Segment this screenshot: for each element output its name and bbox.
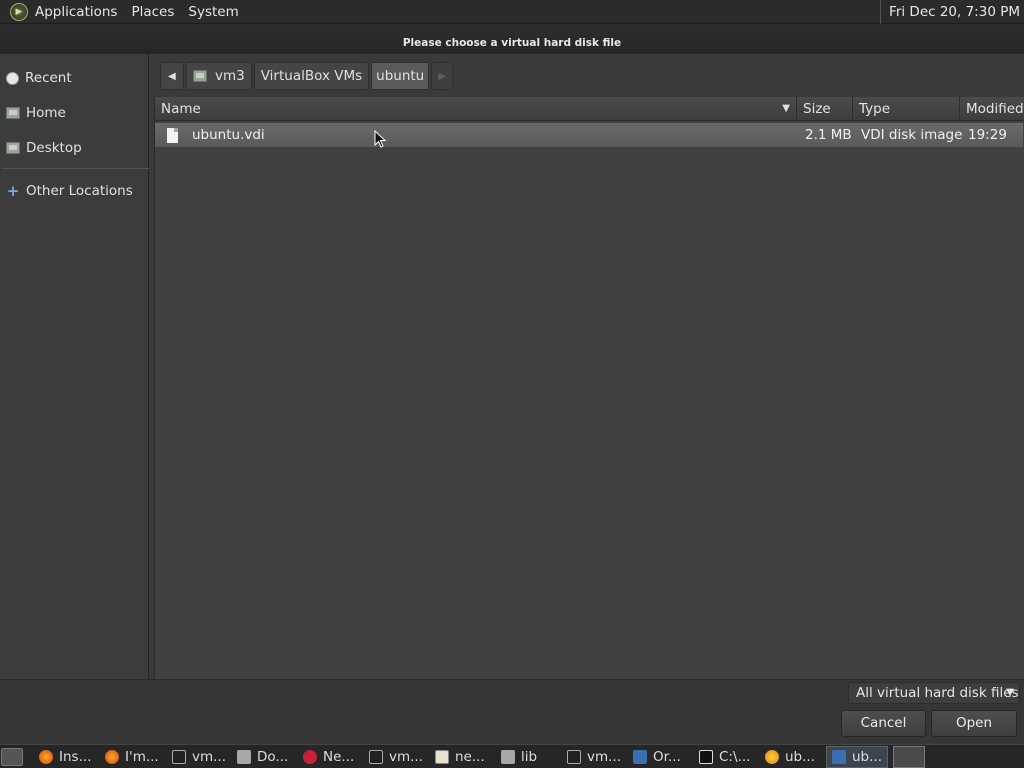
path-segment-label: vm3 [215,68,245,84]
file-type: VDI disk image [861,127,963,143]
column-label: Name [161,100,201,117]
sidebar-item-label: Home [26,105,66,121]
taskbar-item[interactable]: Ins... [34,746,96,768]
path-back-button[interactable]: ◀ [160,62,184,90]
taskbar-item[interactable]: Do... [232,746,293,768]
terminal-icon [567,750,581,764]
file-modified: 19:29 [968,127,1007,143]
home-folder-icon [6,107,20,119]
path-bar: ◀ vm3 VirtualBox VMs ubuntu ▶ [160,62,454,90]
sidebar-item-label: Recent [25,70,72,86]
taskbar-item-label: I'm... [125,749,159,765]
taskbar-item[interactable]: vm... [364,746,428,768]
taskbar-item-label: C:\... [719,749,751,765]
chevron-down-icon: ▼ [1006,687,1014,698]
taskbar-item[interactable]: ne... [430,746,490,768]
taskbar-item-label: ne... [455,749,485,765]
column-label: Modified [966,100,1024,117]
home-folder-icon [193,70,207,82]
taskbar-item-label: Ne... [323,749,355,765]
menu-system[interactable]: System [181,0,245,24]
path-forward-button[interactable]: ▶ [431,62,454,90]
sidebar-item-label: Desktop [26,140,82,156]
taskbar-item-label: Or... [653,749,681,765]
places-sidebar: Recent Home Desktop + Other Locations [2,54,149,679]
table-row[interactable]: ubuntu.vdi 2.1 MB VDI disk image 19:29 [155,123,1023,147]
taskbar-item-label: Ins... [59,749,92,765]
taskbar-item[interactable]: C:\... [694,746,755,768]
taskbar-item[interactable]: lib [496,746,542,768]
7zip-icon [699,750,713,764]
virtualbox-icon [633,750,647,764]
taskbar-item[interactable]: vm... [167,746,231,768]
applications-logo-icon[interactable]: ▶ [10,2,28,21]
terminal-icon [172,750,186,764]
taskbar-item-label: Do... [257,749,289,765]
arrow-left-icon: ◀ [168,70,176,82]
sidebar-item-recent[interactable]: Recent [2,64,149,92]
path-segment-ubuntu[interactable]: ubuntu [371,62,430,90]
taskbar-item-label: vm... [389,749,424,765]
file-icon [167,127,178,143]
taskbar-item-active[interactable]: ub... [826,746,888,768]
plus-icon: + [6,182,20,200]
sidebar-item-home[interactable]: Home [2,99,149,127]
settings-icon [765,750,779,764]
folder-icon [237,750,251,764]
cancel-button[interactable]: Cancel [841,710,926,737]
dialog-title: Please choose a virtual hard disk file [402,37,622,49]
menu-places[interactable]: Places [124,0,181,24]
terminal-icon [369,750,383,764]
taskbar-item[interactable]: I'm... [100,746,164,768]
column-name[interactable]: Name ▼ [155,96,797,121]
taskbar-item-label: vm... [587,749,622,765]
firefox-icon [105,750,119,764]
taskbar-item[interactable]: ub... [760,746,820,768]
arrow-right-icon: ▶ [438,70,446,82]
sort-descending-icon: ▼ [782,102,790,114]
taskbar-item-label: ub... [852,749,882,765]
file-name: ubuntu.vdi [192,127,265,143]
dialog-window-icon[interactable] [893,746,925,768]
file-filter-value: All virtual hard disk files [856,685,1019,701]
taskbar-item-label: lib [521,749,538,765]
column-size[interactable]: Size [797,96,853,121]
column-modified[interactable]: Modified [960,97,1024,121]
desktop-folder-icon [6,142,20,154]
path-segment-label: VirtualBox VMs [260,68,363,84]
file-list-header: Name ▼ Size Type Modified [155,96,1024,121]
file-list[interactable]: Name ▼ Size Type Modified ubuntu.vdi 2.1… [154,96,1024,679]
taskbar-item[interactable]: vm... [562,746,626,768]
firefox-icon [39,750,53,764]
show-desktop-icon[interactable] [1,748,23,766]
taskbar-item[interactable]: Ne... [298,746,359,768]
media-icon [303,750,317,764]
file-filter-dropdown[interactable]: All virtual hard disk files ▼ [848,682,1020,704]
column-label: Size [803,100,831,117]
open-button[interactable]: Open [931,710,1017,737]
menu-applications[interactable]: Applications [28,0,124,24]
sidebar-divider [2,168,149,169]
path-segment-virtualbox-vms[interactable]: VirtualBox VMs [253,62,370,90]
mouse-pointer-icon [374,130,386,148]
taskbar: Ins... I'm... vm... Do... Ne... vm... ne… [0,744,1024,768]
recent-icon [6,71,19,85]
clock[interactable]: Fri Dec 20, 7:30 PM [880,0,1020,24]
sidebar-item-label: Other Locations [26,183,133,199]
top-panel: ▶ Applications Places System Fri Dec 20,… [0,0,1024,24]
sidebar-item-desktop[interactable]: Desktop [2,134,149,162]
taskbar-item-label: ub... [785,749,815,765]
path-segment-label: ubuntu [376,68,425,84]
taskbar-item[interactable]: Or... [628,746,686,768]
sidebar-item-other-locations[interactable]: + Other Locations [2,177,149,205]
taskbar-item-label: vm... [192,749,227,765]
column-label: Type [859,100,891,117]
folder-icon [501,750,515,764]
column-type[interactable]: Type [853,96,960,121]
path-segment-vm3[interactable]: vm3 [186,62,252,90]
text-editor-icon [435,750,449,764]
virtualbox-icon [832,750,846,764]
file-size: 2.1 MB [805,127,852,143]
